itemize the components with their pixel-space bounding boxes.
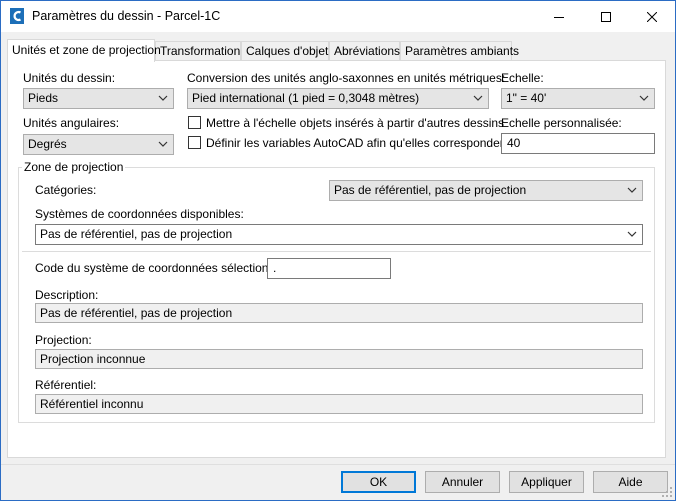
- conversion-label: Conversion des unités anglo-saxonnes en …: [187, 71, 506, 85]
- set-variables-label: Définir les variables AutoCAD afin qu'el…: [206, 136, 510, 150]
- cancel-button[interactable]: Annuler: [425, 471, 500, 493]
- drawing-units-value: Pieds: [28, 91, 59, 105]
- chevron-down-icon: [639, 95, 649, 101]
- description-label: Description:: [35, 288, 99, 302]
- chevron-down-icon: [627, 187, 637, 193]
- civil3d-c-icon: [10, 8, 24, 24]
- datum-value: Référentiel inconnu: [35, 394, 643, 414]
- angular-units-select[interactable]: Degrés: [23, 134, 174, 155]
- custom-scale-input[interactable]: 40: [501, 133, 655, 154]
- maximize-icon: [601, 11, 611, 22]
- categories-select[interactable]: Pas de référentiel, pas de projection: [329, 180, 643, 201]
- projection-value: Projection inconnue: [35, 349, 643, 369]
- scale-value: 1" = 40': [506, 91, 547, 105]
- drawing-units-label: Unités du dessin:: [23, 71, 116, 85]
- description-value: Pas de référentiel, pas de projection: [35, 303, 643, 323]
- angular-units-value: Degrés: [28, 137, 67, 151]
- minimize-icon: [554, 16, 564, 18]
- scale-select[interactable]: 1" = 40': [501, 88, 655, 109]
- maximize-button[interactable]: [583, 1, 629, 32]
- ok-button[interactable]: OK: [341, 471, 416, 493]
- title-bar: Paramètres du dessin - Parcel-1C: [1, 1, 675, 32]
- close-button[interactable]: [629, 1, 675, 32]
- categories-value: Pas de référentiel, pas de projection: [334, 183, 527, 197]
- scale-inserted-label: Mettre à l'échelle objets insérés à part…: [206, 116, 505, 130]
- chevron-down-icon: [158, 95, 168, 101]
- selected-code-input[interactable]: .: [267, 258, 391, 279]
- chevron-down-icon: [473, 95, 483, 101]
- available-systems-label: Systèmes de coordonnées disponibles:: [35, 207, 244, 221]
- available-systems-select[interactable]: Pas de référentiel, pas de projection: [35, 224, 643, 245]
- help-button[interactable]: Aide: [593, 471, 668, 493]
- drawing-settings-dialog: Paramètres du dessin - Parcel-1C Unités …: [0, 0, 676, 501]
- resize-grip-icon[interactable]: [662, 487, 672, 497]
- tab-panel: Unités du dessin: Conversion des unités …: [7, 60, 666, 458]
- projection-zone-title: Zone de projection: [22, 160, 126, 174]
- tab-transformation[interactable]: Transformation: [155, 41, 241, 61]
- drawing-units-select[interactable]: Pieds: [23, 88, 174, 109]
- tab-abbreviations[interactable]: Abréviations: [329, 41, 400, 61]
- categories-label: Catégories:: [35, 183, 97, 197]
- scale-inserted-checkbox[interactable]: [188, 116, 201, 129]
- minimize-button[interactable]: [536, 1, 582, 32]
- projection-zone-group: [18, 167, 655, 423]
- projection-label: Projection:: [35, 333, 92, 347]
- set-variables-checkbox[interactable]: [188, 136, 201, 149]
- zone-divider: [22, 251, 651, 252]
- custom-scale-label: Echelle personnalisée:: [501, 116, 622, 130]
- datum-label: Référentiel:: [35, 378, 97, 392]
- chevron-down-icon: [627, 231, 637, 237]
- tab-object-layers[interactable]: Calques d'objet: [241, 41, 329, 61]
- tab-ambient-settings[interactable]: Paramètres ambiants: [400, 41, 519, 61]
- close-icon: [647, 11, 657, 22]
- conversion-select[interactable]: Pied international (1 pied = 0,3048 mètr…: [187, 88, 489, 109]
- conversion-value: Pied international (1 pied = 0,3048 mètr…: [192, 91, 420, 105]
- window-title: Paramètres du dessin - Parcel-1C: [32, 9, 221, 23]
- scale-label: Echelle:: [501, 71, 544, 85]
- apply-button[interactable]: Appliquer: [509, 471, 584, 493]
- selected-code-label: Code du système de coordonnées sélection…: [35, 261, 286, 275]
- angular-units-label: Unités angulaires:: [23, 116, 120, 130]
- chevron-down-icon: [158, 141, 168, 147]
- tab-units-projection[interactable]: Unités et zone de projection: [7, 39, 161, 62]
- footer-divider: [1, 464, 675, 465]
- available-systems-value: Pas de référentiel, pas de projection: [40, 227, 233, 241]
